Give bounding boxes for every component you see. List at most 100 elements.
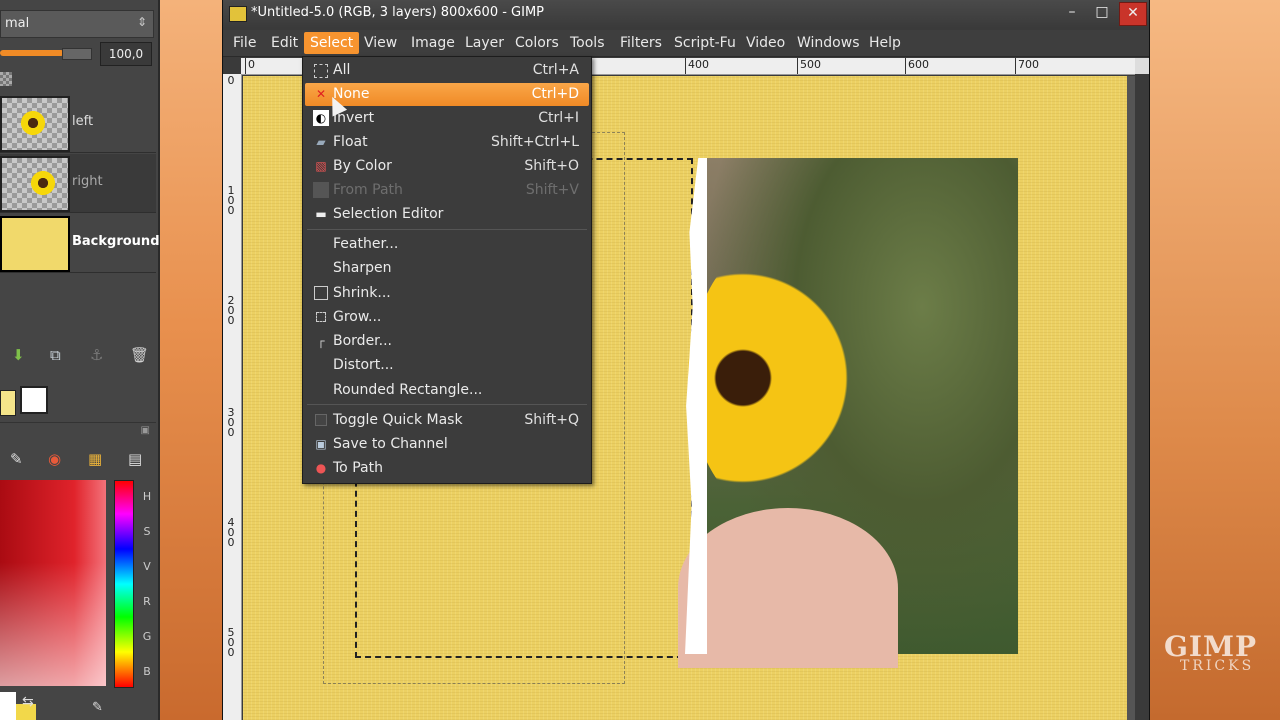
navigate-icon[interactable] [1135,58,1149,74]
lower-layer-icon[interactable]: ⬇ [12,346,25,364]
gimp-app-icon [229,6,247,22]
layer-mode-select[interactable]: mal ⇕ [0,10,154,38]
channel-v-button[interactable]: V [140,560,154,573]
menu-item-distort[interactable]: Distort... [305,354,589,377]
mini-fg-swatch[interactable] [0,692,16,720]
layer-thumbnail [0,216,70,272]
menu-item-rounded-rectangle[interactable]: Rounded Rectangle... [305,379,589,402]
menu-item-feather[interactable]: Feather... [305,233,589,256]
hue-slider[interactable] [114,480,134,688]
channel-h-button[interactable]: H [140,490,154,503]
menu-video[interactable]: Video [746,35,785,51]
layer-row-left[interactable]: left [0,94,156,153]
menu-item-from-path: From Path Shift+V [305,179,589,202]
menu-item-shrink[interactable]: Shrink... [305,282,589,305]
menu-select[interactable]: Select [304,32,360,54]
layers-dock: mal ⇕ 100,0 left right Background ⬇ ⧉ ⚓ … [0,0,160,720]
menu-item-float[interactable]: ▰ Float Shift+Ctrl+L [305,131,589,154]
channel-r-button[interactable]: R [140,595,154,608]
menu-item-label: All [333,62,351,78]
menu-filters[interactable]: Filters [620,35,662,51]
lock-alpha-icon[interactable] [0,72,12,86]
menubar: File Edit Select View Image Layer Colors… [223,30,1149,57]
layer-thumbnail [0,156,70,212]
menu-item-border[interactable]: ┌ Border... [305,330,589,353]
menu-item-label: Rounded Rectangle... [333,382,483,398]
flower-thumb-icon [30,168,56,198]
swap-colors-icon[interactable]: ⇆ [22,694,34,710]
close-button[interactable]: ✕ [1119,2,1147,26]
color-edit-icon[interactable]: ✎ [92,700,103,715]
layer-row-right[interactable]: right [0,154,156,213]
shrink-icon [314,286,328,300]
window-titlebar[interactable]: *Untitled-5.0 (RGB, 3 layers) 800x600 - … [223,0,1149,28]
menu-item-label: From Path [333,182,403,198]
minimize-button[interactable]: – [1059,2,1085,24]
menu-item-by-color[interactable]: ▧ By Color Shift+O [305,155,589,178]
color-wheel-icon[interactable]: ◉ [48,450,61,468]
menu-item-label: Border... [333,333,393,349]
panel-divider: ▣ [0,422,156,441]
desktop-background [1150,0,1280,720]
flower-thumb-icon [20,108,46,138]
menu-item-save-to-channel[interactable]: ▣ Save to Channel [305,433,589,456]
vertical-scrollbar[interactable] [1127,76,1135,720]
menu-help[interactable]: Help [869,35,901,51]
layer-row-background[interactable]: Background [0,214,160,273]
layer-name: Background [72,234,160,249]
delete-layer-icon[interactable]: 🗑 [130,346,149,364]
menu-separator [307,404,587,405]
channel-b-button[interactable]: B [140,665,154,678]
menu-item-all[interactable]: All Ctrl+A [305,59,589,82]
ruler-label: 400 [685,58,709,74]
duplicate-layer-icon[interactable]: ⧉ [50,346,61,364]
quick-mask-icon [315,414,327,426]
fg-bg-colors[interactable] [0,386,60,426]
ruler-label: 1 0 0 [227,184,235,217]
menu-item-shortcut: Ctrl+D [531,86,579,102]
menu-item-sharpen[interactable]: Sharpen [305,257,589,280]
window-title: *Untitled-5.0 (RGB, 3 layers) 800x600 - … [251,5,545,20]
menu-windows[interactable]: Windows [797,35,860,51]
menu-edit[interactable]: Edit [271,35,298,51]
menu-view[interactable]: View [364,35,397,51]
sunflower-image [688,228,908,528]
menu-image[interactable]: Image [411,35,455,51]
opacity-value-field[interactable]: 100,0 [100,42,152,66]
menu-colors[interactable]: Colors [515,35,559,51]
palette-icon[interactable]: ▦ [88,450,102,468]
layer-name: left [72,114,94,129]
select-all-icon [314,64,328,78]
menu-item-label: Distort... [333,357,394,373]
ruler-label: 500 [797,58,821,74]
panel-menu-icon[interactable]: ▣ [141,425,150,436]
color-picker-square[interactable] [0,480,106,686]
foreground-color-swatch[interactable] [0,390,16,416]
menu-item-label: Selection Editor [333,206,444,222]
menu-file[interactable]: File [233,35,256,51]
vertical-ruler[interactable]: 0 1 0 0 2 0 0 3 0 0 4 0 0 5 0 0 [223,74,242,720]
channel-g-button[interactable]: G [140,630,154,643]
background-color-swatch[interactable] [20,386,48,414]
opacity-slider-handle[interactable] [62,48,92,60]
menu-item-invert[interactable]: ◐ Invert Ctrl+I [305,107,589,130]
opacity-slider-fill [0,50,64,56]
anchor-layer-icon[interactable]: ⚓ [90,346,103,364]
menu-item-shortcut: Shift+O [524,158,579,174]
menu-item-toggle-quick-mask[interactable]: Toggle Quick Mask Shift+Q [305,409,589,432]
opacity-slider[interactable]: 100,0 [0,42,152,66]
menu-layer[interactable]: Layer [465,35,504,51]
menu-item-none[interactable]: ✕ None Ctrl+D [305,83,589,106]
menu-item-to-path[interactable]: ● To Path [305,457,589,480]
ruler-label: 5 0 0 [227,626,235,659]
menu-item-shortcut: Ctrl+A [532,62,579,78]
menu-script-fu[interactable]: Script-Fu [674,35,736,51]
maximize-button[interactable]: □ [1089,2,1115,24]
menu-tools[interactable]: Tools [570,35,605,51]
cmyk-icon[interactable]: ▤ [128,450,142,468]
menu-item-selection-editor[interactable]: ▬ Selection Editor [305,203,589,226]
pencil-icon[interactable]: ✎ [10,450,23,468]
menu-item-grow[interactable]: Grow... [305,306,589,329]
channel-s-button[interactable]: S [140,525,154,538]
menu-item-label: Grow... [333,309,382,325]
